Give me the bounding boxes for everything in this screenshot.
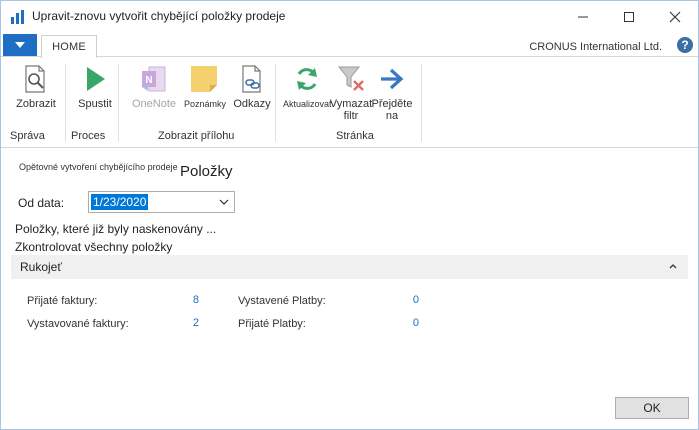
from-date-field[interactable]: 1/23/2020	[88, 191, 235, 213]
group-label-proces: Proces	[71, 130, 106, 142]
group-label-sprava: Správa	[10, 130, 45, 142]
stat-label-received-payments: Přijaté Platby:	[238, 318, 306, 330]
links-button-label: Odkazy	[233, 98, 271, 110]
refresh-button-label: Aktualizovat	[283, 99, 332, 109]
onenote-button[interactable]: N OneNote	[127, 62, 181, 110]
view-button[interactable]: Zobrazit	[14, 62, 58, 110]
clear-filter-icon	[337, 66, 364, 91]
ribbon-separator	[275, 64, 276, 142]
dialog-window: Upravit-znovu vytvořit chybějící položky…	[0, 0, 699, 430]
app-menu-button[interactable]	[3, 34, 37, 56]
title-bar: Upravit-znovu vytvořit chybějící položky…	[1, 1, 698, 32]
stat-value-received-payments[interactable]: 0	[389, 317, 419, 329]
link-icon	[242, 65, 261, 93]
clear-filter-button-label: Vymazat filtr	[329, 98, 373, 122]
ribbon-separator	[421, 64, 422, 142]
refresh-button[interactable]: Aktualizovat	[283, 62, 332, 110]
clear-filter-button[interactable]: Vymazat filtr	[329, 62, 373, 122]
company-name: CRONUS International Ltd.	[529, 41, 662, 53]
stat-label-issued-invoices: Vystavované faktury:	[27, 318, 129, 330]
maximize-button[interactable]	[606, 1, 652, 32]
refresh-icon	[297, 68, 317, 90]
stat-value-issued-invoices[interactable]: 2	[169, 317, 199, 329]
fasttab-label: Rukojeť	[20, 260, 62, 274]
run-button-label: Spustit	[78, 98, 112, 110]
info-scanned: Položky, které již byly naskenovány ...	[15, 222, 217, 236]
notes-button[interactable]: Poznámky	[184, 62, 227, 110]
onenote-icon: N	[142, 66, 166, 92]
stat-label-received-invoices: Přijaté faktury:	[27, 295, 98, 307]
from-date-value[interactable]: 1/23/2020	[91, 194, 149, 210]
onenote-button-label: OneNote	[131, 98, 177, 110]
from-date-label: Od data:	[18, 196, 65, 210]
fasttab-header[interactable]: Rukojeť	[11, 255, 688, 279]
page-title: Položky	[180, 163, 233, 180]
svg-text:N: N	[145, 75, 152, 86]
app-icon	[10, 9, 26, 25]
stat-value-received-invoices[interactable]: 8	[169, 294, 199, 306]
content-area: Opětovné vytvoření chybějícího prodeje P…	[1, 149, 698, 429]
view-icon	[25, 65, 45, 93]
note-icon	[191, 66, 217, 92]
play-icon	[87, 67, 105, 91]
ribbon-separator	[65, 64, 66, 142]
group-label-priloha: Zobrazit přílohu	[158, 130, 235, 142]
notes-button-label: Poznámky	[184, 99, 227, 109]
help-icon[interactable]: ?	[677, 37, 693, 53]
dropdown-arrow-icon	[15, 42, 25, 48]
arrow-right-icon	[381, 68, 404, 90]
ribbon-separator	[118, 64, 119, 142]
stat-label-issued-payments: Vystavené Platby:	[238, 295, 326, 307]
links-button[interactable]: Odkazy	[230, 62, 274, 110]
minimize-button[interactable]	[560, 1, 606, 32]
chevron-up-icon[interactable]	[668, 262, 678, 270]
ribbon: Zobrazit Spustit N OneNote Poznámky Odka…	[1, 58, 698, 148]
chevron-down-icon[interactable]	[218, 195, 230, 209]
ok-button[interactable]: OK	[615, 397, 689, 419]
group-label-stranka: Stránka	[336, 130, 374, 142]
close-button[interactable]	[652, 1, 698, 32]
info-check-all: Zkontrolovat všechny položky	[15, 240, 173, 254]
window-title: Upravit-znovu vytvořit chybějící položky…	[32, 9, 286, 23]
goto-button[interactable]: Přejděte na	[370, 62, 414, 122]
tab-home[interactable]: HOME	[41, 35, 97, 58]
run-button[interactable]: Spustit	[73, 62, 117, 110]
stat-value-issued-payments[interactable]: 0	[389, 294, 419, 306]
view-button-label: Zobrazit	[16, 98, 56, 110]
ribbon-tab-row: HOME CRONUS International Ltd. ?	[1, 33, 698, 58]
goto-button-label: Přejděte na	[371, 98, 413, 122]
page-caption: Opětovné vytvoření chybějícího prodeje	[19, 162, 178, 172]
